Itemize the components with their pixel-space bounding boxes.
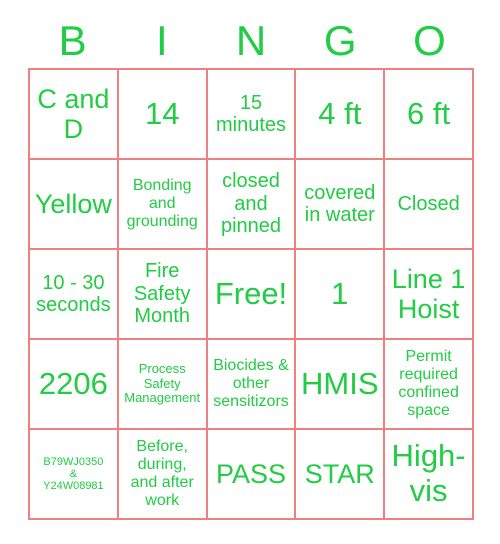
bingo-header-letter-n: N <box>235 17 267 64</box>
bingo-cell[interactable]: C and D <box>30 70 119 160</box>
bingo-cell[interactable]: 6 ft <box>385 70 474 160</box>
bingo-cell-label: C and D <box>37 83 110 144</box>
bingo-cell[interactable]: 10 - 30 seconds <box>30 250 119 340</box>
bingo-cell-label: closed and pinned <box>220 170 282 238</box>
bingo-cell[interactable]: Biocides & other sensitizors <box>207 340 297 430</box>
bingo-cell-label: Yellow <box>34 188 112 219</box>
bingo-header-row: B I N G O <box>28 14 474 68</box>
bingo-cell-label: 2206 <box>38 365 108 401</box>
bingo-cell-label: Biocides & other sensitizors <box>213 357 289 410</box>
bingo-cell[interactable]: Bonding and grounding <box>118 160 208 250</box>
bingo-cell[interactable]: Yellow <box>30 160 119 250</box>
bingo-cell-label: Free! <box>214 275 288 311</box>
bingo-cell-label: PASS <box>215 458 286 489</box>
bingo-header-letter-i: I <box>155 17 168 64</box>
bingo-cell[interactable]: Fire Safety Month <box>118 250 208 340</box>
bingo-cell[interactable]: STAR <box>296 430 386 520</box>
bingo-cell-label: Bonding and grounding <box>126 177 198 230</box>
bingo-cell-label: Process Safety Management <box>124 361 201 406</box>
bingo-cell-label: Permit required confined space <box>398 348 459 419</box>
bingo-grid: C and D 14 15 minutes 4 ft 6 ft Yellow B… <box>28 68 474 520</box>
bingo-cell-label: STAR <box>304 458 375 489</box>
bingo-card: B I N G O C and D 14 15 minutes 4 ft 6 f… <box>0 0 500 544</box>
bingo-cell[interactable]: Line 1 Hoist <box>385 250 474 340</box>
bingo-cell-label: 1 <box>331 275 349 311</box>
bingo-cell-label: Line 1 Hoist <box>391 263 466 324</box>
bingo-cell-label: Fire Safety Month <box>133 260 191 328</box>
bingo-cell-label: Before, during, and after work <box>130 438 194 509</box>
bingo-cell-label: 6 ft <box>407 95 451 131</box>
bingo-cell-label: 15 minutes <box>215 91 286 136</box>
bingo-cell-label: 14 <box>144 95 180 131</box>
bingo-cell[interactable]: 1 <box>296 250 386 340</box>
bingo-cell[interactable]: 4 ft <box>296 70 386 160</box>
bingo-cell-label: covered in water <box>304 181 376 226</box>
bingo-header-letter-o: O <box>413 17 446 64</box>
bingo-cell[interactable]: Permit required confined space <box>385 340 474 430</box>
bingo-cell[interactable]: covered in water <box>296 160 386 250</box>
bingo-cell-label: High- vis <box>391 438 466 508</box>
bingo-cell[interactable]: Before, during, and after work <box>118 430 208 520</box>
bingo-cell[interactable]: closed and pinned <box>207 160 297 250</box>
bingo-header-letter-b: B <box>58 17 87 64</box>
bingo-cell[interactable]: Process Safety Management <box>118 340 208 430</box>
bingo-cell[interactable]: Closed <box>385 160 474 250</box>
bingo-cell[interactable]: 14 <box>118 70 208 160</box>
bingo-cell[interactable]: 2206 <box>30 340 119 430</box>
bingo-cell-label: 10 - 30 seconds <box>36 271 111 316</box>
bingo-cell[interactable]: HMIS <box>296 340 386 430</box>
bingo-cell-label: Closed <box>397 192 460 215</box>
bingo-cell[interactable]: B79WJ0350 & Y24W08981 <box>30 430 119 520</box>
bingo-cell-free[interactable]: Free! <box>207 250 297 340</box>
bingo-cell-label: 4 ft <box>318 95 362 131</box>
bingo-cell[interactable]: PASS <box>207 430 297 520</box>
bingo-cell-label: HMIS <box>301 365 379 401</box>
bingo-cell[interactable]: High- vis <box>385 430 474 520</box>
bingo-cell[interactable]: 15 minutes <box>207 70 297 160</box>
bingo-cell-label: B79WJ0350 & Y24W08981 <box>43 455 104 493</box>
bingo-header-letter-g: G <box>323 17 357 64</box>
